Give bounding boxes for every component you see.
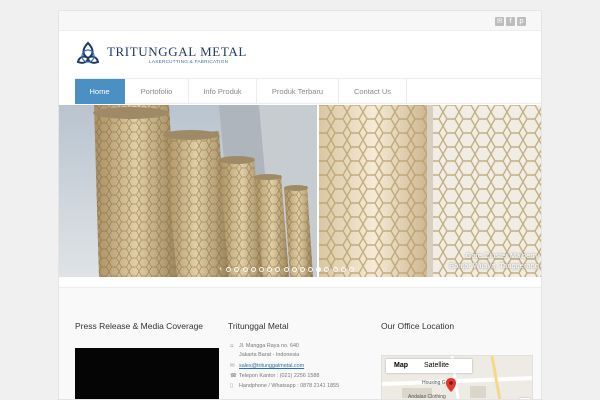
top-bar: ✉ f p	[59, 11, 541, 31]
chevron-left-icon[interactable]: ‹	[219, 265, 222, 273]
slider-dot[interactable]	[250, 266, 256, 272]
page-container: ✉ f p TRITUNGGAL METAL Lasercutting & Fa…	[58, 10, 542, 400]
main-nav: Home Portofolio Info Produk Produk Terba…	[75, 78, 541, 104]
pinterest-icon[interactable]: p	[517, 17, 526, 26]
video-player[interactable]	[75, 348, 219, 399]
slider-dot[interactable]	[340, 266, 346, 272]
office-title: Our Office Location	[381, 321, 455, 331]
slider-dot[interactable]	[349, 266, 355, 272]
email-link[interactable]: sales@tritunggalmetal.com	[239, 363, 304, 369]
slider-pagination: ‹	[219, 265, 357, 273]
map-pin-icon[interactable]	[446, 378, 456, 392]
mail-icon[interactable]: ✉	[495, 17, 504, 26]
map-type-control: Map Satellite	[386, 359, 472, 373]
press-title: Press Release & Media Coverage	[75, 321, 204, 331]
address-line-1: Jl. Mangga Raya no. 640	[239, 343, 299, 349]
site-header: TRITUNGGAL METAL Lasercutting & Fabricat…	[59, 32, 541, 77]
nav-item-info-produk[interactable]: Info Produk	[189, 79, 257, 104]
slider-dot[interactable]	[291, 266, 297, 272]
slider-dot[interactable]	[258, 266, 264, 272]
slider-dot[interactable]	[316, 266, 322, 272]
slider-dot[interactable]	[283, 266, 289, 272]
brand-tagline: Lasercutting & Fabrication	[149, 59, 229, 64]
address-line-2: Jakarta Barat - Indonesia	[239, 352, 300, 358]
office-map[interactable]: Map Satellite Housing Green Andalas Clot…	[381, 355, 533, 400]
brand-name[interactable]: TRITUNGGAL METAL	[107, 44, 247, 60]
map-tab-map[interactable]: Map	[386, 359, 416, 373]
nav-item-contact-us[interactable]: Contact Us	[339, 79, 407, 104]
hero-slider[interactable]: Gate Cluster Malberry Banjar Wijaya, Tan…	[59, 105, 541, 277]
company-title: Tritunggal Metal	[228, 321, 289, 331]
slider-dot[interactable]	[275, 266, 281, 272]
nav-item-portofolio[interactable]: Portofolio	[125, 79, 189, 104]
slider-dot[interactable]	[234, 266, 240, 272]
phone-icon: ☎	[230, 373, 237, 379]
phone-text: Telepon Kantor : (021) 2256 1588	[239, 373, 320, 379]
home-icon: ⌂	[230, 343, 234, 349]
slider-dot[interactable]	[324, 266, 330, 272]
mobile-text: Handphone / Whatsapp : 0878 2141 1855	[239, 383, 340, 389]
slider-dot[interactable]	[308, 266, 314, 272]
slider-dot[interactable]	[267, 266, 273, 272]
slider-dot[interactable]	[226, 266, 232, 272]
caption-subtitle: Banjar Wijaya, Tanggerang	[449, 261, 539, 270]
triquetra-logo-icon[interactable]	[75, 41, 101, 67]
slide-caption: Gate Cluster Malberry Banjar Wijaya, Tan…	[449, 251, 539, 271]
email-icon: ✉	[230, 363, 235, 369]
slider-dot[interactable]	[332, 266, 338, 272]
nav-item-home[interactable]: Home	[75, 79, 125, 104]
mobile-icon: ▯	[230, 383, 234, 389]
slider-dot[interactable]	[299, 266, 305, 272]
caption-title: Gate Cluster Malberry	[465, 251, 539, 260]
facebook-icon[interactable]: f	[506, 17, 515, 26]
map-tab-satellite[interactable]: Satellite	[416, 359, 457, 373]
nav-item-produk-terbaru[interactable]: Produk Terbaru	[257, 79, 339, 104]
slider-dot[interactable]	[242, 266, 248, 272]
map-label-clothing: Andalas Clothing	[408, 394, 446, 400]
